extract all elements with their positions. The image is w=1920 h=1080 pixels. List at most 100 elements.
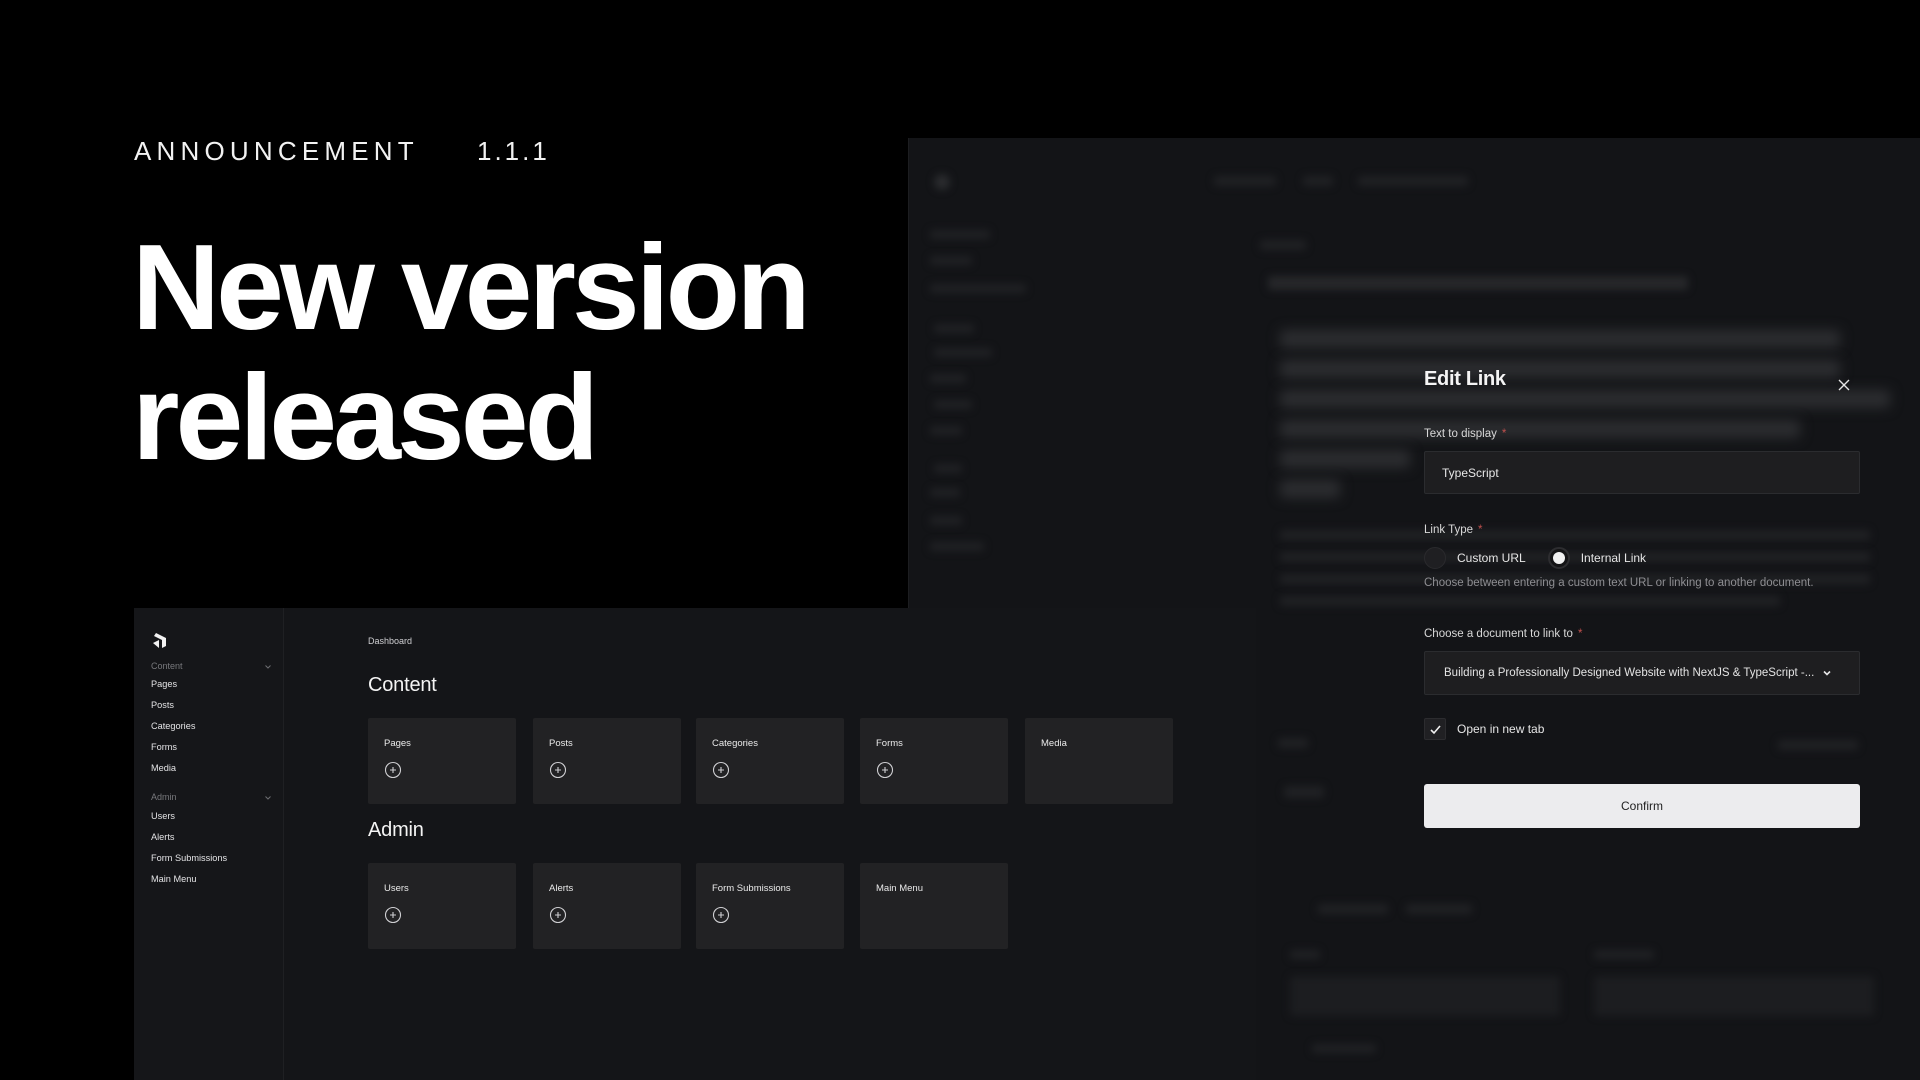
section-title-content: Content [368, 674, 437, 696]
blurred-nav [930, 256, 972, 265]
blurred-breadcrumb [1358, 176, 1468, 186]
blurred-paragraph-line [1280, 480, 1340, 498]
blurred-input [1290, 976, 1560, 1016]
radio-custom-url-label[interactable]: Custom URL [1457, 551, 1526, 565]
label-text: Choose a document to link to [1424, 628, 1573, 640]
blurred-nav [930, 230, 990, 239]
blurred-breadcrumb [1214, 176, 1276, 186]
close-button[interactable] [1836, 377, 1852, 393]
open-in-new-tab-checkbox[interactable] [1424, 718, 1446, 740]
add-button[interactable] [712, 906, 730, 924]
card-label: Media [1041, 738, 1067, 749]
add-button[interactable] [876, 761, 894, 779]
chevron-down-icon[interactable] [264, 663, 272, 671]
add-button[interactable] [549, 906, 567, 924]
required-asterisk: * [1501, 428, 1507, 440]
dashboard-panel: Content Pages Posts Categories Forms Med… [134, 608, 1256, 1080]
add-button[interactable] [384, 761, 402, 779]
close-icon [1838, 379, 1850, 391]
sidebar-item-media[interactable]: Media [151, 763, 176, 773]
nav-group-content[interactable]: Content [151, 661, 183, 671]
plus-circle-icon [384, 906, 402, 924]
card-forms[interactable]: Forms [860, 718, 1008, 804]
blurred-breadcrumb [1303, 176, 1333, 186]
sidebar-item-form-submissions[interactable]: Form Submissions [151, 853, 227, 863]
sidebar-item-categories[interactable]: Categories [151, 721, 195, 731]
headline: New version released [132, 222, 811, 482]
plus-circle-icon [712, 906, 730, 924]
card-label: Categories [712, 738, 758, 749]
text-to-display-label: Text to display * [1424, 428, 1506, 440]
radio-custom-url[interactable] [1424, 547, 1446, 569]
radio-internal-link[interactable] [1547, 547, 1570, 569]
breadcrumb[interactable]: Dashboard [368, 636, 412, 646]
card-users[interactable]: Users [368, 863, 516, 949]
add-button[interactable] [712, 761, 730, 779]
blurred-nav [930, 488, 960, 497]
card-media[interactable]: Media [1025, 718, 1173, 804]
link-type-radio-group: Custom URL Internal Link [1424, 545, 1668, 571]
required-asterisk: * [1577, 628, 1583, 640]
blurred-field-label [1290, 950, 1320, 959]
version-number: 1.1.1 [477, 136, 550, 166]
blurred-logo [934, 174, 950, 190]
eyebrow-label: ANNOUNCEMENT [134, 136, 419, 166]
card-posts[interactable]: Posts [533, 718, 681, 804]
radio-internal-link-label[interactable]: Internal Link [1581, 551, 1646, 565]
plus-circle-icon [549, 906, 567, 924]
document-select[interactable]: Building a Professionally Designed Websi… [1424, 651, 1860, 695]
card-label: Pages [384, 738, 411, 749]
blurred-paragraph-line [1280, 450, 1410, 468]
blurred-nav [930, 284, 1026, 293]
text-to-display-input[interactable] [1424, 451, 1860, 494]
payload-logo-icon [153, 633, 166, 648]
blurred-tab [1318, 904, 1388, 914]
plus-circle-icon [384, 761, 402, 779]
blurred-field [1284, 786, 1324, 798]
blurred-field-label [1260, 240, 1306, 250]
blurred-tab [1406, 904, 1472, 914]
open-in-new-tab-label[interactable]: Open in new tab [1457, 722, 1544, 736]
plus-circle-icon [712, 761, 730, 779]
card-alerts[interactable]: Alerts [533, 863, 681, 949]
card-main-menu[interactable]: Main Menu [860, 863, 1008, 949]
plus-circle-icon [549, 761, 567, 779]
chevron-down-icon [1823, 670, 1831, 676]
blurred-field-label [1594, 950, 1654, 959]
card-label: Forms [876, 738, 903, 749]
sidebar-item-posts[interactable]: Posts [151, 700, 174, 710]
sidebar-item-pages[interactable]: Pages [151, 679, 177, 689]
blurred-nav [934, 324, 974, 333]
add-button[interactable] [384, 906, 402, 924]
card-categories[interactable]: Categories [696, 718, 844, 804]
card-label: Users [384, 883, 409, 894]
sidebar-item-users[interactable]: Users [151, 811, 175, 821]
card-label: Form Submissions [712, 883, 791, 894]
card-label: Main Menu [876, 883, 923, 894]
blurred-nav [930, 516, 962, 525]
announcement-eyebrow: ANNOUNCEMENT 1.1.1 [134, 136, 547, 167]
blurred-nav [930, 542, 984, 551]
blurred-toolbar [1268, 276, 1688, 290]
document-label: Choose a document to link to * [1424, 628, 1582, 640]
card-form-submissions[interactable]: Form Submissions [696, 863, 844, 949]
card-pages[interactable]: Pages [368, 718, 516, 804]
confirm-button[interactable]: Confirm [1424, 784, 1860, 828]
add-button[interactable] [549, 761, 567, 779]
chevron-down-icon[interactable] [264, 794, 272, 802]
sidebar: Content Pages Posts Categories Forms Med… [134, 608, 284, 1080]
link-type-label: Link Type * [1424, 524, 1483, 536]
plus-circle-icon [876, 761, 894, 779]
blurred-field-label [1312, 1044, 1376, 1053]
checkmark-icon [1429, 724, 1441, 734]
document-select-value: Building a Professionally Designed Websi… [1444, 667, 1815, 679]
sidebar-item-main-menu[interactable]: Main Menu [151, 874, 196, 884]
nav-group-admin[interactable]: Admin [151, 792, 177, 802]
blurred-nav [934, 400, 972, 409]
card-label: Alerts [549, 883, 574, 894]
label-text: Link Type [1424, 524, 1474, 536]
sidebar-item-forms[interactable]: Forms [151, 742, 177, 752]
blurred-nav [934, 348, 992, 357]
blurred-paragraph-line [1280, 330, 1840, 348]
sidebar-item-alerts[interactable]: Alerts [151, 832, 175, 842]
